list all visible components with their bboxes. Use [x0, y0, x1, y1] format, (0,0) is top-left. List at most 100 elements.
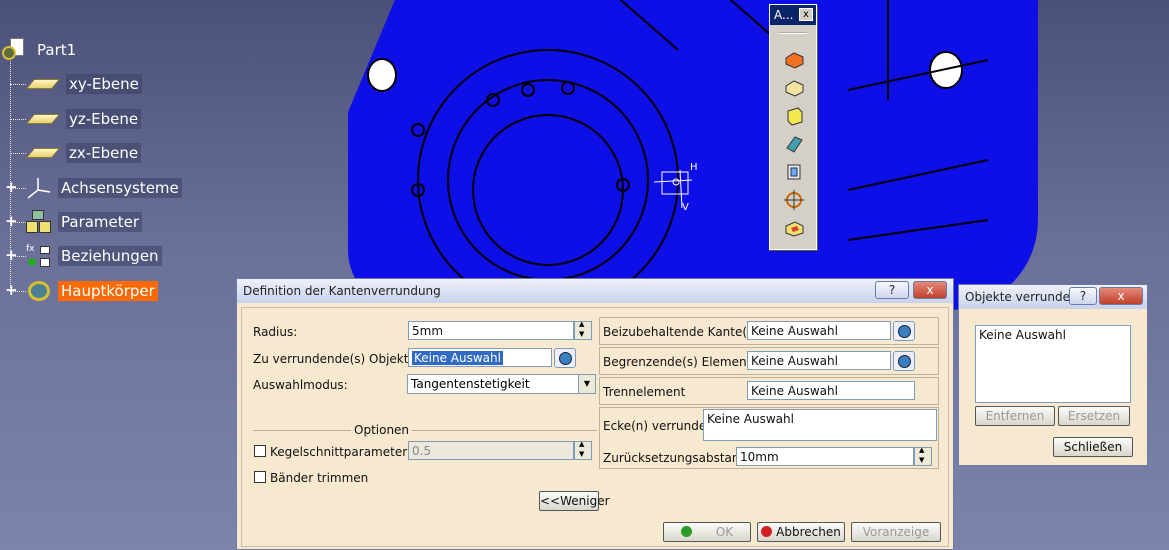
solid-icon[interactable]	[782, 105, 806, 127]
radius-input[interactable]: 5mm	[408, 321, 574, 340]
part-icon	[2, 38, 28, 62]
objects-list-button[interactable]	[554, 348, 576, 368]
chevron-down-icon[interactable]: ▼	[578, 375, 595, 393]
options-divider	[253, 430, 597, 431]
tree-item-label: Part1	[37, 41, 77, 59]
corner-input[interactable]: Keine Auswahl	[703, 409, 937, 441]
less-button[interactable]: <<Weniger	[539, 491, 610, 511]
conic-parameter-spinner[interactable]	[574, 440, 592, 460]
sketch-based-features-toolbar[interactable]: A... x	[769, 4, 817, 250]
setback-spinner[interactable]	[914, 446, 932, 466]
separator-input[interactable]: Keine Auswahl	[747, 381, 915, 400]
tree-item-yz-plane[interactable]: yz-Ebene	[25, 107, 142, 131]
objects-list[interactable]: Keine Auswahl	[975, 325, 1131, 403]
compass-v-label: V	[682, 202, 689, 213]
dialog-title: Definition der Kantenverrundung	[243, 284, 441, 298]
sweep-icon[interactable]	[782, 133, 806, 155]
tree-item-part1[interactable]: Part1	[2, 38, 79, 62]
close-dialog-button[interactable]: Schließen	[1053, 437, 1133, 457]
dialog-title-bar[interactable]: Objekte verrunden ? x	[959, 285, 1147, 309]
tree-item-label: Achsensysteme	[58, 178, 182, 198]
expand-icon[interactable]: +	[5, 248, 18, 263]
tree-item-label: Beziehungen	[58, 246, 162, 266]
tree-item-xy-plane[interactable]: xy-Ebene	[25, 72, 142, 96]
conic-parameter-input[interactable]: 0.5	[408, 441, 574, 460]
expand-icon[interactable]: +	[5, 180, 18, 195]
ok-label: OK	[715, 525, 734, 539]
multi-select-icon	[897, 354, 911, 368]
close-button[interactable]: x	[1099, 287, 1143, 305]
trim-ribbons-label: Bänder trimmen	[270, 471, 369, 485]
replace-button[interactable]: Ersetzen	[1058, 406, 1130, 426]
3d-part-model[interactable]	[348, 0, 1038, 310]
trim-ribbons-checkbox[interactable]	[254, 471, 266, 483]
tree-item-parameters[interactable]: Parameter	[26, 210, 143, 234]
conic-parameter-label: Kegelschnittparameter:	[270, 445, 411, 459]
tree-item-label: Parameter	[58, 212, 143, 232]
radius-label: Radius:	[253, 325, 298, 339]
corner-label: Ecke(n) verrunden	[603, 419, 714, 433]
expand-icon[interactable]: +	[5, 214, 18, 229]
compass-h-label: H	[690, 162, 698, 173]
relations-icon: fx	[26, 244, 52, 268]
conic-parameter-checkbox[interactable]	[254, 445, 266, 457]
parameters-icon	[26, 210, 52, 234]
objects-label: Zu verrundende(s) Objekt(e):	[253, 352, 430, 366]
box-icon[interactable]	[782, 217, 806, 239]
dialog-title: Objekte verrunden	[965, 290, 1078, 304]
tree-item-relations[interactable]: fx Beziehungen	[26, 244, 162, 268]
limit-element-input[interactable]: Keine Auswahl	[747, 351, 891, 370]
keep-edge-list-button[interactable]	[893, 321, 915, 341]
plane-icon	[25, 114, 61, 124]
shaft-icon[interactable]	[782, 161, 806, 183]
preview-button[interactable]: Voranzeige	[851, 522, 941, 542]
cancel-icon	[761, 526, 773, 537]
radius-spinner[interactable]	[574, 320, 592, 340]
dialog-title-bar[interactable]: Definition der Kantenverrundung ? x	[237, 279, 953, 303]
pad-icon[interactable]	[782, 49, 806, 71]
ok-button[interactable]: OK	[663, 522, 751, 542]
tree-item-zx-plane[interactable]: zx-Ebene	[25, 141, 142, 165]
plane-icon	[25, 148, 61, 158]
setback-label: Zurücksetzungsabstand:	[603, 451, 752, 465]
objects-value: Keine Auswahl	[412, 351, 503, 365]
limit-element-list-button[interactable]	[893, 351, 915, 371]
tree-item-label: Hauptkörper	[58, 281, 158, 301]
toolbar-close-button[interactable]: x	[799, 8, 813, 21]
toolbar-grip[interactable]	[779, 32, 807, 34]
objects-input[interactable]: Keine Auswahl	[408, 348, 552, 367]
tree-item-label: yz-Ebene	[66, 109, 142, 129]
options-label: Optionen	[351, 423, 413, 437]
remove-button[interactable]: Entfernen	[975, 406, 1055, 426]
plane-icon	[25, 79, 61, 89]
toolbar-title-label: A...	[774, 8, 794, 22]
axis-system-icon	[26, 176, 52, 200]
multi-select-icon	[558, 351, 572, 365]
compass-icon[interactable]: H V	[652, 162, 702, 213]
body-icon	[26, 279, 52, 303]
keep-edge-label: Beizubehaltende Kante(n):	[603, 325, 764, 339]
tree-item-label: xy-Ebene	[66, 74, 142, 94]
tree-item-label: zx-Ebene	[66, 143, 142, 163]
selection-mode-value: Tangentenstetigkeit	[411, 377, 530, 391]
close-button[interactable]: x	[913, 281, 947, 299]
tree-item-axis-systems[interactable]: Achsensysteme	[26, 176, 182, 200]
multi-select-icon	[897, 324, 911, 338]
cancel-label: Abbrechen	[776, 525, 841, 539]
expand-icon[interactable]: +	[5, 283, 18, 298]
selection-mode-select[interactable]: Tangentenstetigkeit ▼	[407, 374, 596, 394]
help-button[interactable]: ?	[1069, 287, 1097, 305]
keep-edge-input[interactable]: Keine Auswahl	[747, 321, 891, 340]
setback-input[interactable]: 10mm	[736, 447, 914, 466]
toolbar-title[interactable]: A... x	[770, 5, 816, 25]
cancel-button[interactable]: Abbrechen	[757, 522, 845, 542]
pocket-icon[interactable]	[782, 77, 806, 99]
separator-label: Trennelement	[603, 385, 686, 399]
tree-item-main-body[interactable]: Hauptkörper	[26, 279, 158, 303]
fillet-objects-dialog: Objekte verrunden ? x Keine Auswahl Entf…	[958, 284, 1148, 466]
point-target-icon[interactable]	[782, 189, 806, 211]
edge-fillet-dialog: Definition der Kantenverrundung ? x Radi…	[236, 278, 954, 550]
ok-icon	[680, 526, 692, 537]
help-button[interactable]: ?	[875, 281, 909, 299]
selection-mode-label: Auswahlmodus:	[253, 378, 348, 392]
